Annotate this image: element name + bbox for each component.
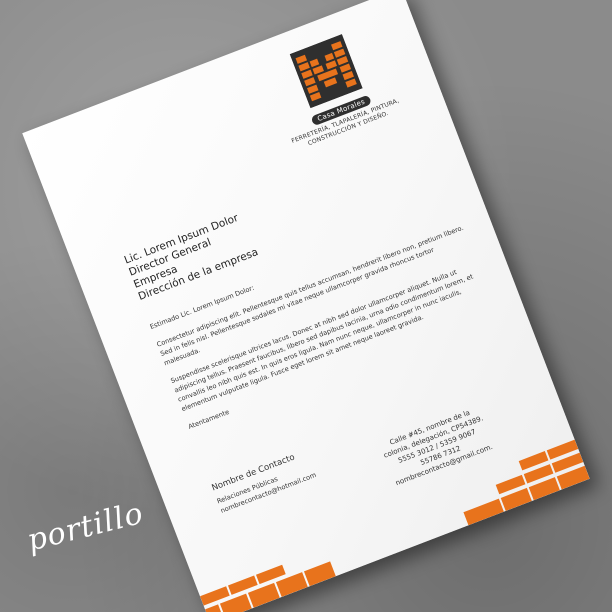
contact-signature: Nombre de Contacto Relaciones Públicas n… (210, 448, 317, 516)
company-logo: Casa Morales FERRETERÍA, TLAPALERÍA, PIN… (260, 23, 406, 155)
brick-m-logo-icon (289, 34, 363, 109)
